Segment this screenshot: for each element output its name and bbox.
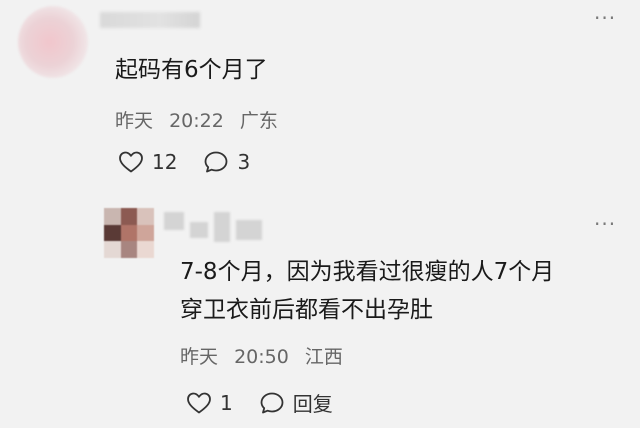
comment-time: 20:22 — [169, 110, 224, 132]
like-button[interactable]: 12 — [118, 150, 177, 174]
reply-time: 20:50 — [234, 346, 289, 368]
reply-button[interactable]: 回复 — [259, 388, 333, 417]
reply-text-line: 穿卫衣前后都看不出孕肚 — [180, 297, 433, 323]
reply-location: 江西 — [304, 346, 343, 368]
heart-icon — [186, 391, 212, 415]
like-count: 1 — [220, 390, 233, 415]
more-icon[interactable]: ··· — [594, 214, 616, 234]
username-blurred[interactable] — [100, 12, 200, 28]
avatar[interactable] — [18, 6, 88, 78]
heart-icon — [118, 150, 144, 174]
comment-actions: 12 3 — [118, 150, 250, 174]
comment-location: 广东 — [239, 110, 278, 132]
comment-text: 起码有6个月了 — [115, 57, 268, 83]
comment-date: 昨天 — [115, 110, 154, 132]
like-count: 12 — [152, 150, 178, 174]
reply-date: 昨天 — [180, 346, 219, 368]
like-button[interactable]: 1 — [186, 391, 233, 415]
reply-meta: 昨天 20:50 江西 — [180, 342, 343, 369]
comment-icon — [203, 150, 229, 174]
more-icon[interactable]: ··· — [594, 8, 616, 28]
reply-label: 回复 — [292, 392, 333, 416]
comment-icon — [259, 391, 285, 415]
reply-count: 3 — [237, 150, 251, 174]
reply-text: 7-8个月，因为我看过很瘦的人7个月 穿卫衣前后都看不出孕肚 — [180, 253, 620, 329]
reply-text-line: 7-8个月，因为我看过很瘦的人7个月 — [180, 259, 555, 285]
username-blurred[interactable] — [164, 212, 269, 246]
reply-actions: 1 回复 — [186, 388, 333, 417]
reply-count-button[interactable]: 3 — [203, 150, 250, 174]
comment-meta: 昨天 20:22 广东 — [115, 106, 278, 133]
avatar[interactable] — [104, 208, 154, 258]
